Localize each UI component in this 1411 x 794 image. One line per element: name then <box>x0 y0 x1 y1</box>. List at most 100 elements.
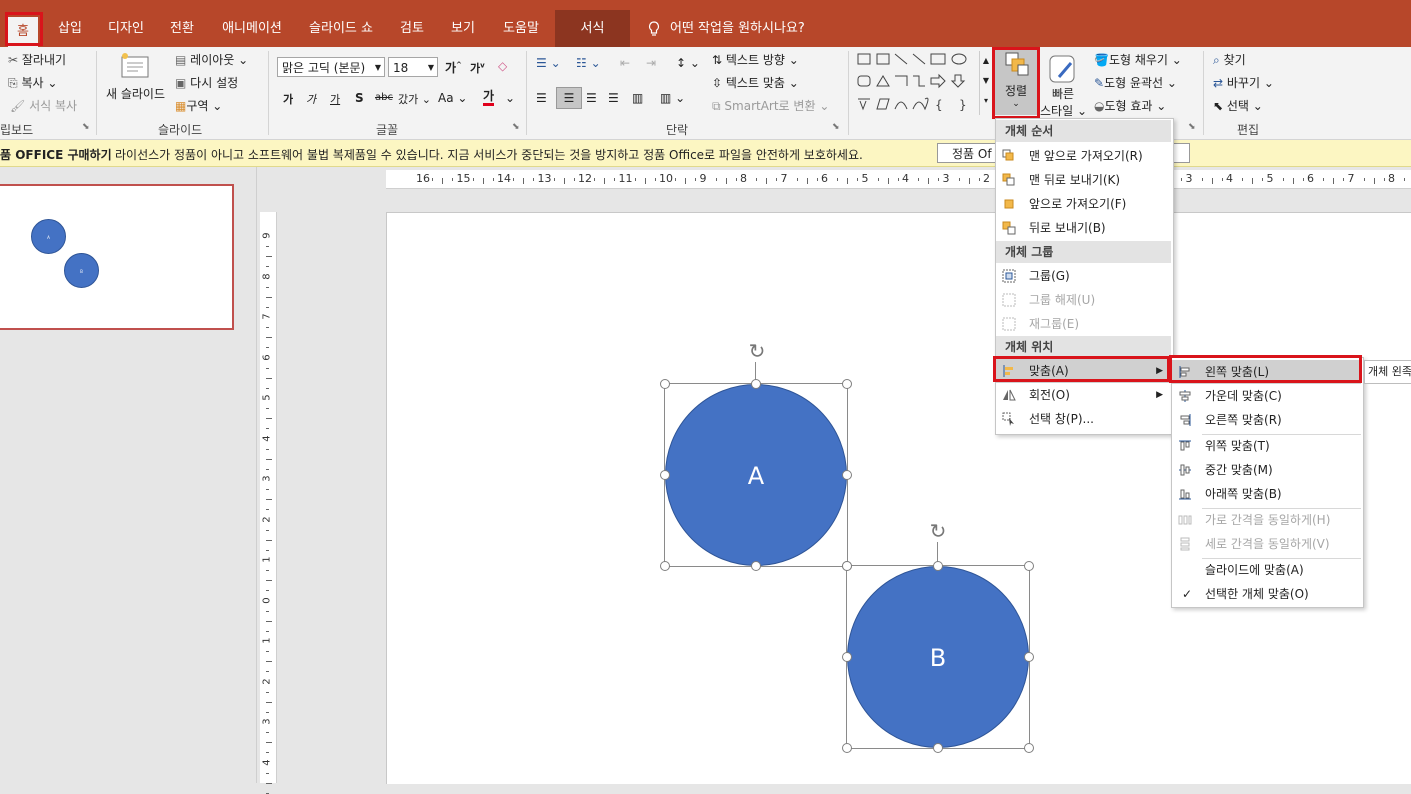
shape-a[interactable]: A <box>665 384 847 566</box>
shadow-button[interactable]: S <box>355 91 364 105</box>
menu-distribute-horizontal[interactable]: 가로 간격을 동일하게(H) <box>1172 508 1361 532</box>
shape-outline-button[interactable]: ✎도형 윤곽선 ⌄ <box>1094 74 1177 91</box>
menu-bring-forward[interactable]: 앞으로 가져오기(F) <box>996 192 1171 216</box>
quick-styles-icon[interactable] <box>1045 53 1081 87</box>
clipboard-launcher-icon[interactable]: ⬊ <box>82 122 90 132</box>
align-center-icon[interactable]: ☰ <box>556 87 582 109</box>
font-name-combo[interactable]: 맑은 고딕 (본문) ▼ <box>277 57 385 77</box>
tab-view[interactable]: 보기 <box>442 10 484 47</box>
shape-fill-button[interactable]: 🪣도형 채우기 ⌄ <box>1094 51 1182 68</box>
resize-handle[interactable] <box>842 652 852 662</box>
resize-handle[interactable] <box>842 470 852 480</box>
select-button[interactable]: ⬉ 선택 ⌄ <box>1213 97 1263 114</box>
menu-ungroup[interactable]: 그룹 해제(U) <box>996 288 1171 312</box>
arrange-button[interactable]: 정렬 ⌄ <box>995 49 1037 115</box>
gallery-scroll[interactable]: ▲ ▼ ▾ <box>979 51 992 115</box>
font-size-combo[interactable]: 18 ▼ <box>388 57 438 77</box>
text-direction-button[interactable]: ⇅ 텍스트 방향 ⌄ <box>712 51 799 68</box>
menu-align-center[interactable]: 가운데 맞춤(C) <box>1172 384 1361 408</box>
numbering-icon[interactable]: ☷ ⌄ <box>576 56 601 70</box>
quick-styles-button[interactable]: 스타일 ⌄ <box>1040 102 1087 119</box>
font-color-button[interactable]: 가 <box>483 89 495 106</box>
shape-b[interactable]: B <box>847 566 1029 748</box>
tab-design[interactable]: 디자인 <box>100 10 152 47</box>
menu-group[interactable]: 그룹(G) <box>996 264 1171 288</box>
layout-button[interactable]: ▤ 레이아웃 ⌄ <box>175 51 248 68</box>
shape-effects-button[interactable]: ◒도형 효과 ⌄ <box>1094 97 1166 114</box>
menu-bring-to-front[interactable]: 맨 앞으로 가져오기(R) <box>996 144 1171 168</box>
menu-align-left[interactable]: 왼쪽 맞춤(L) <box>1172 360 1361 384</box>
align-right-icon[interactable]: ☰ <box>586 91 597 105</box>
menu-send-to-back[interactable]: 맨 뒤로 보내기(K) <box>996 168 1171 192</box>
resize-handle[interactable] <box>1024 652 1034 662</box>
font-launcher-icon[interactable]: ⬊ <box>512 122 520 132</box>
resize-handle[interactable] <box>660 470 670 480</box>
shapes-gallery[interactable]: {} <box>855 51 977 115</box>
grow-font-button[interactable]: 가^ <box>445 59 462 76</box>
tab-slideshow[interactable]: 슬라이드 쇼 <box>300 10 382 47</box>
rotate-handle-icon[interactable]: ↻ <box>746 340 768 362</box>
menu-align-selected[interactable]: ✓ 선택한 개체 맞춤(O) <box>1172 582 1361 606</box>
section-button[interactable]: ▦구역 ⌄ <box>175 97 222 114</box>
resize-handle[interactable] <box>842 379 852 389</box>
menu-align-right[interactable]: 오른쪽 맞춤(R) <box>1172 408 1361 432</box>
line-spacing-icon[interactable]: ↕ ⌄ <box>676 56 700 70</box>
tab-review[interactable]: 검토 <box>390 10 434 47</box>
align-left-icon[interactable]: ☰ <box>536 91 547 105</box>
cut-button[interactable]: ✂ 잘라내기 <box>8 51 66 68</box>
resize-handle[interactable] <box>660 379 670 389</box>
align-text-button[interactable]: ⇳ 텍스트 맞춤 ⌄ <box>712 74 799 91</box>
tab-transitions[interactable]: 전환 <box>162 10 202 47</box>
distributed-icon[interactable]: ▥ <box>632 91 643 105</box>
bullets-icon[interactable]: ☰ ⌄ <box>536 56 561 70</box>
resize-handle[interactable] <box>933 743 943 753</box>
underline-button[interactable]: 가 <box>330 91 340 107</box>
menu-align-top[interactable]: 위쪽 맞춤(T) <box>1172 434 1361 458</box>
menu-align[interactable]: 맞춤(A) ▶ <box>996 359 1171 383</box>
menu-rotate[interactable]: 회전(O) ▶ <box>996 383 1171 407</box>
resize-handle[interactable] <box>842 743 852 753</box>
resize-handle[interactable] <box>1024 743 1034 753</box>
menu-align-middle[interactable]: 중간 맞춤(M) <box>1172 458 1361 482</box>
menu-align-bottom[interactable]: 아래쪽 맞춤(B) <box>1172 482 1361 506</box>
menu-distribute-vertical[interactable]: 세로 간격을 동일하게(V) <box>1172 532 1361 556</box>
strikethrough-button[interactable]: abc <box>375 92 393 103</box>
paragraph-launcher-icon[interactable]: ⬊ <box>832 122 840 132</box>
chevron-down-icon[interactable]: ⌄ <box>505 91 515 105</box>
resize-handle[interactable] <box>751 561 761 571</box>
drawing-launcher-icon[interactable]: ⬊ <box>1188 122 1196 132</box>
italic-button[interactable]: 가 <box>306 91 316 107</box>
clear-format-icon[interactable]: ◇ <box>498 59 507 73</box>
find-button[interactable]: ⌕ 찾기 <box>1213 51 1246 68</box>
smartart-button[interactable]: ⧉ SmartArt로 변환 ⌄ <box>712 97 829 114</box>
bold-button[interactable]: 가 <box>283 91 293 107</box>
char-spacing-button[interactable]: 갔가 ⌄ <box>398 91 431 107</box>
tab-insert[interactable]: 삽입 <box>50 10 90 47</box>
shrink-font-button[interactable]: 가v <box>470 60 485 76</box>
new-slide-icon[interactable] <box>118 51 152 81</box>
justify-icon[interactable]: ☰ <box>608 91 619 105</box>
resize-handle[interactable] <box>660 561 670 571</box>
rotate-handle-icon[interactable]: ↻ <box>927 520 949 542</box>
resize-handle[interactable] <box>1024 561 1034 571</box>
change-case-button[interactable]: Aa ⌄ <box>438 91 467 105</box>
resize-handle[interactable] <box>751 379 761 389</box>
tab-home[interactable]: 홈 <box>8 17 38 47</box>
decrease-indent-icon[interactable]: ⇤ <box>620 56 630 70</box>
resize-handle[interactable] <box>842 561 852 571</box>
tell-me-search[interactable]: 어떤 작업을 원하시나요? <box>670 10 820 47</box>
menu-regroup[interactable]: 재그룹(E) <box>996 312 1171 336</box>
menu-selection-pane[interactable]: 선택 창(P)... <box>996 407 1171 431</box>
tab-animations[interactable]: 애니메이션 <box>212 10 292 47</box>
increase-indent-icon[interactable]: ⇥ <box>646 56 656 70</box>
new-slide-button[interactable]: 새 슬라이드 <box>106 85 165 102</box>
tab-format[interactable]: 서식 <box>555 10 630 47</box>
replace-button[interactable]: ⇄ 바꾸기 ⌄ <box>1213 74 1274 91</box>
menu-align-to-slide[interactable]: 슬라이드에 맞춤(A) <box>1172 558 1361 582</box>
menu-send-backward[interactable]: 뒤로 보내기(B) <box>996 216 1171 240</box>
reset-button[interactable]: ▣ 다시 설정 <box>175 74 238 91</box>
copy-button[interactable]: ⎘ 복사 ⌄ <box>8 74 57 91</box>
tab-help[interactable]: 도움말 <box>494 10 548 47</box>
resize-handle[interactable] <box>933 561 943 571</box>
columns-icon[interactable]: ▥ ⌄ <box>660 91 685 105</box>
